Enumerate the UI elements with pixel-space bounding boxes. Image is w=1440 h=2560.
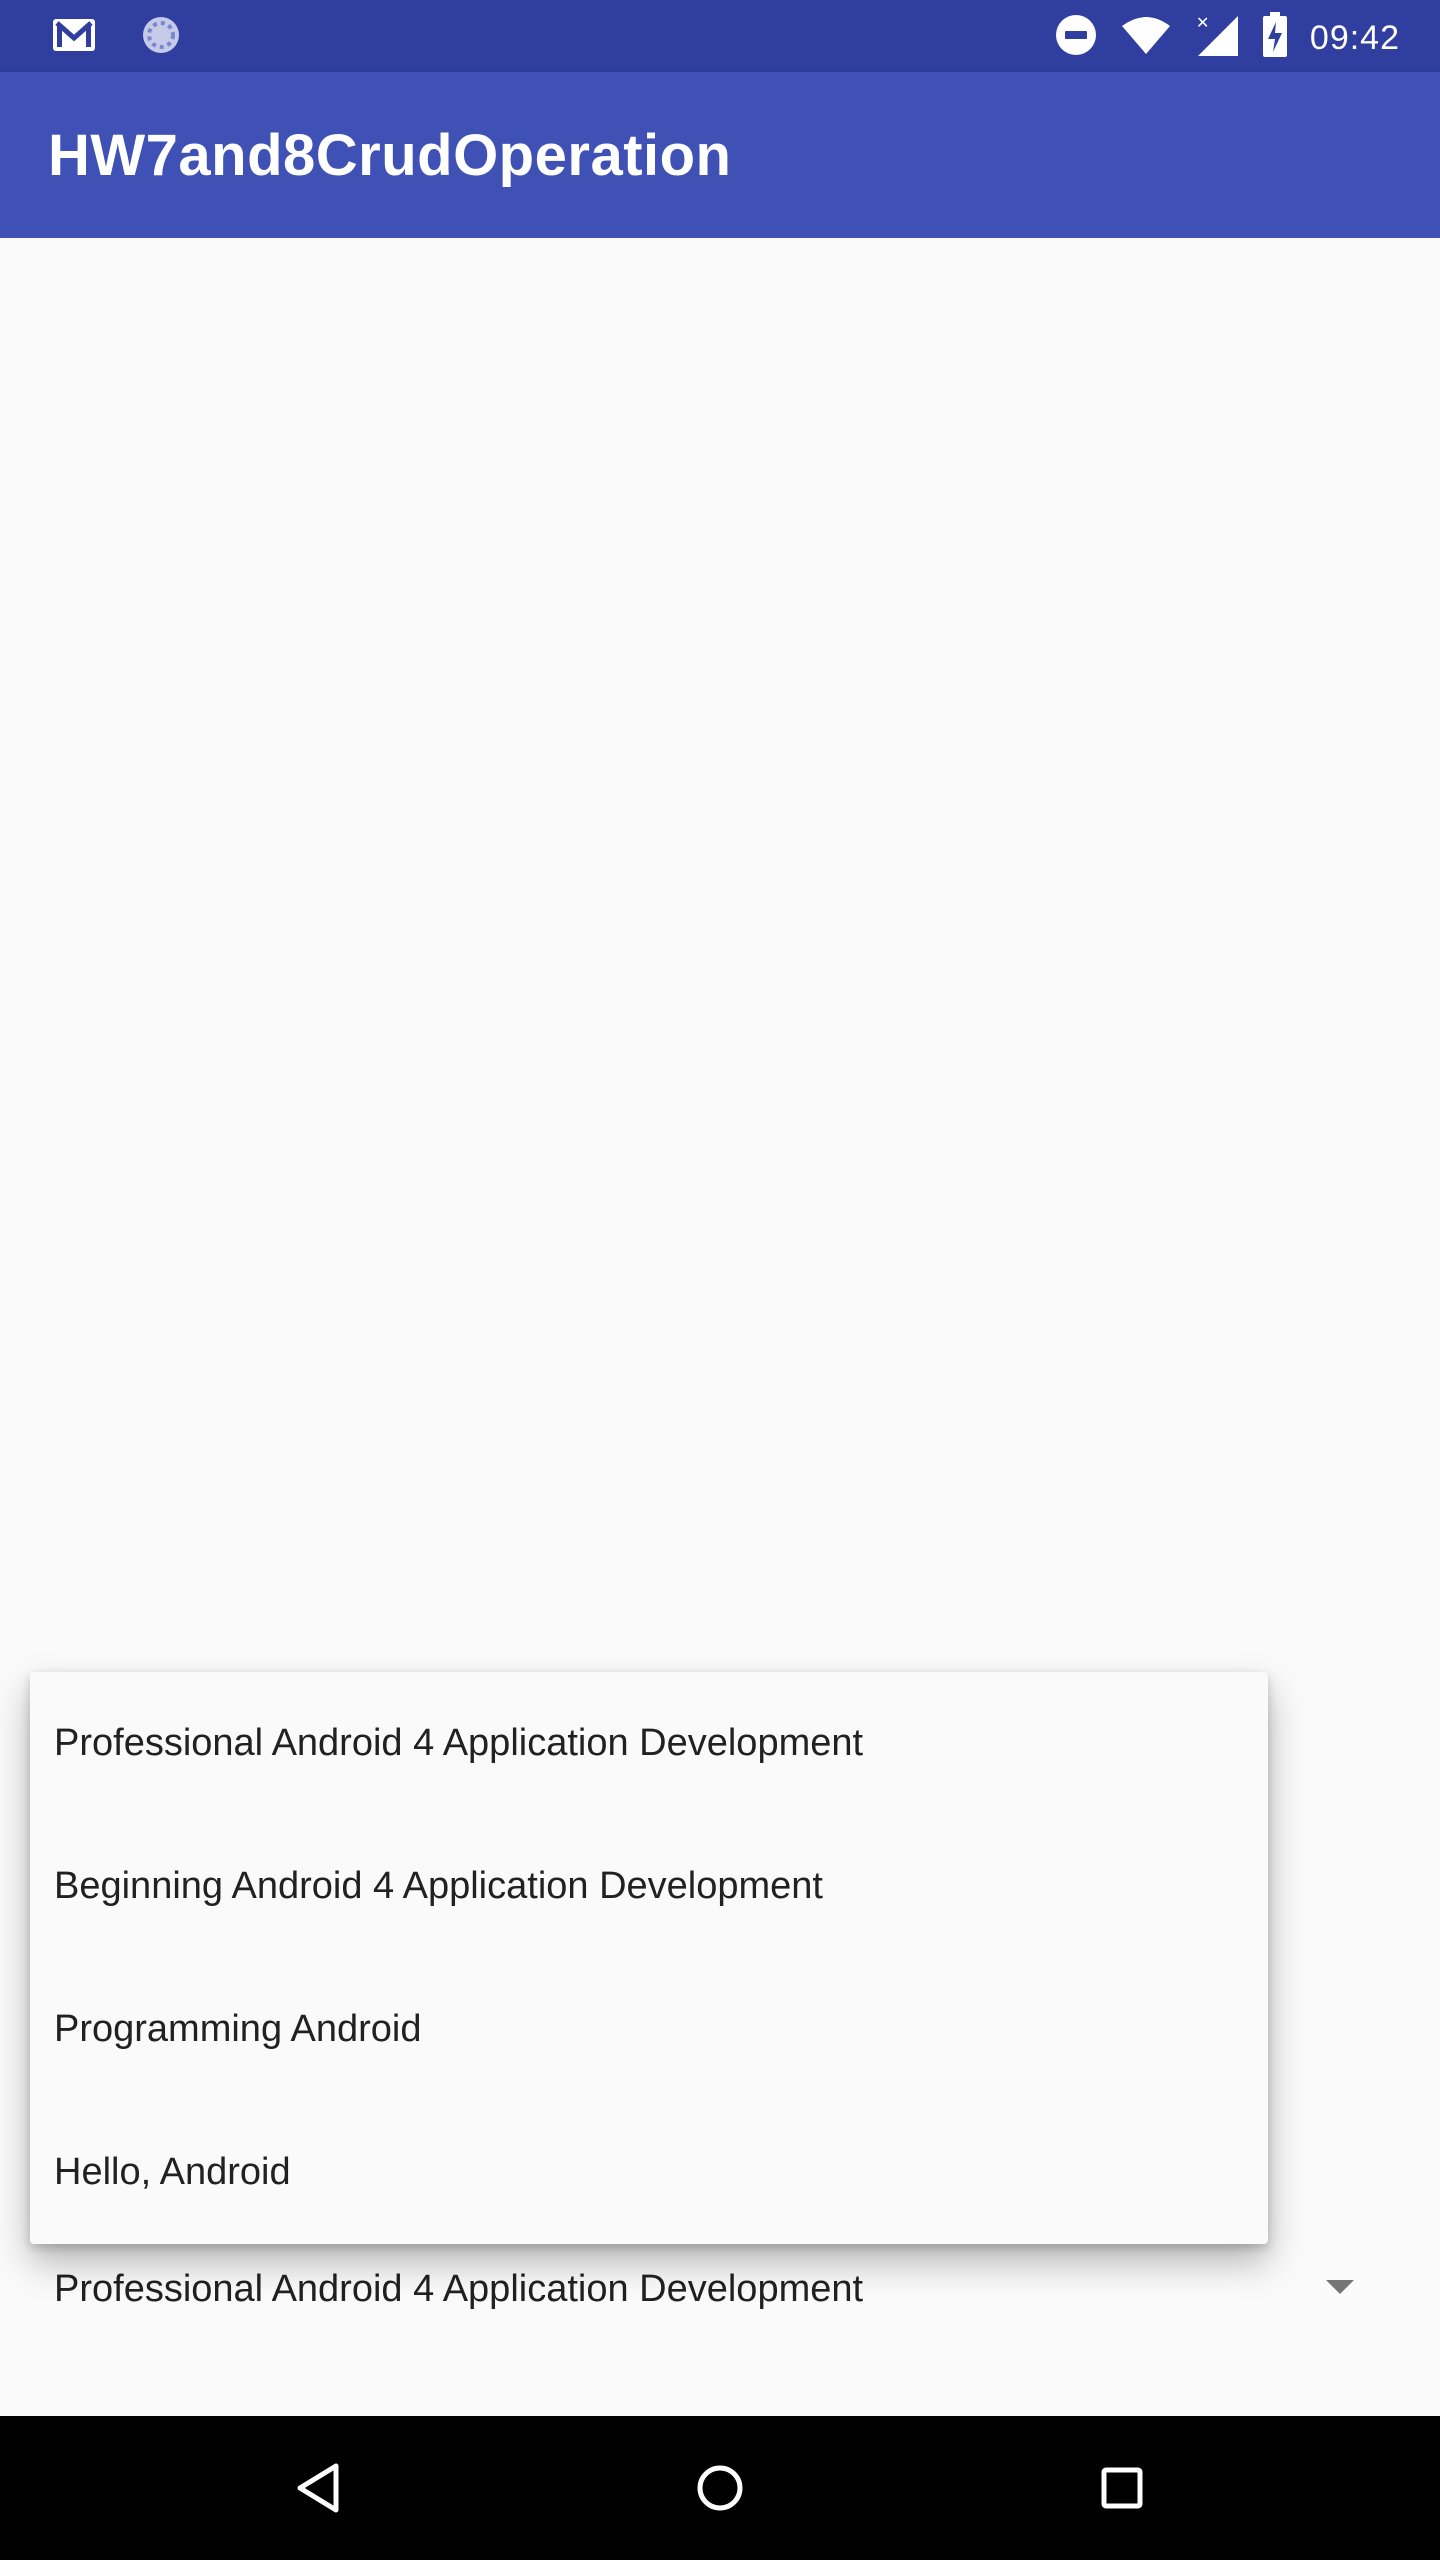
- back-icon[interactable]: [286, 2456, 350, 2520]
- book-spinner[interactable]: Professional Android 4 Application Devel…: [0, 2250, 1440, 2340]
- app-bar: HW7and8CrudOperation: [0, 72, 1440, 238]
- home-icon[interactable]: [688, 2456, 752, 2520]
- dropdown-item[interactable]: Professional Android 4 Application Devel…: [30, 1672, 1268, 1815]
- dropdown-arrow-icon[interactable]: [1326, 2280, 1354, 2294]
- dropdown-item[interactable]: Programming Android: [30, 1958, 1268, 2101]
- signal-no-data-icon: ✕: [1194, 12, 1240, 63]
- wifi-icon: [1120, 14, 1172, 61]
- do-not-disturb-icon: [1054, 13, 1098, 62]
- recents-icon[interactable]: [1090, 2456, 1154, 2520]
- dropdown-item[interactable]: Beginning Android 4 Application Developm…: [30, 1815, 1268, 1958]
- status-time: 09:42: [1309, 18, 1400, 57]
- gmail-icon: [52, 17, 96, 58]
- sync-icon: [140, 14, 182, 61]
- battery-charging-icon: [1262, 12, 1288, 63]
- system-nav-bar: [0, 2416, 1440, 2560]
- status-bar: ✕ 09:42: [0, 0, 1440, 72]
- dropdown-item[interactable]: Hello, Android: [30, 2101, 1268, 2244]
- svg-text:✕: ✕: [1196, 13, 1209, 32]
- app-title: HW7and8CrudOperation: [48, 123, 732, 188]
- spinner-selected-value: Professional Android 4 Application Devel…: [54, 2268, 864, 2310]
- spinner-dropdown-popup: Professional Android 4 Application Devel…: [30, 1672, 1268, 2244]
